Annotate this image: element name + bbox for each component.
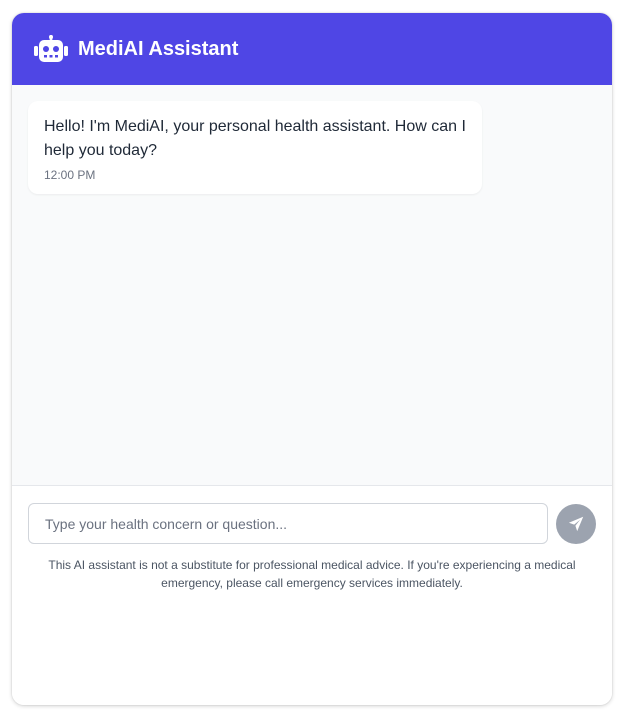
message-text: Hello! I'm MediAI, your personal health … — [44, 118, 466, 159]
message-timestamp: 12:00 PM — [44, 168, 96, 182]
message-composer: This AI assistant is not a substitute fo… — [12, 485, 612, 705]
assistant-message: Hello! I'm MediAI, your personal health … — [28, 101, 482, 194]
robot-icon — [34, 35, 68, 63]
app-title: MediAI Assistant — [78, 38, 239, 60]
message-list[interactable]: Hello! I'm MediAI, your personal health … — [12, 85, 612, 485]
chat-header: MediAI Assistant — [12, 13, 612, 85]
send-button[interactable] — [556, 504, 596, 544]
paper-plane-icon — [568, 516, 584, 532]
chat-window: MediAI Assistant Hello! I'm MediAI, your… — [12, 13, 612, 705]
medical-disclaimer: This AI assistant is not a substitute fo… — [48, 558, 576, 590]
message-input[interactable] — [28, 503, 548, 544]
